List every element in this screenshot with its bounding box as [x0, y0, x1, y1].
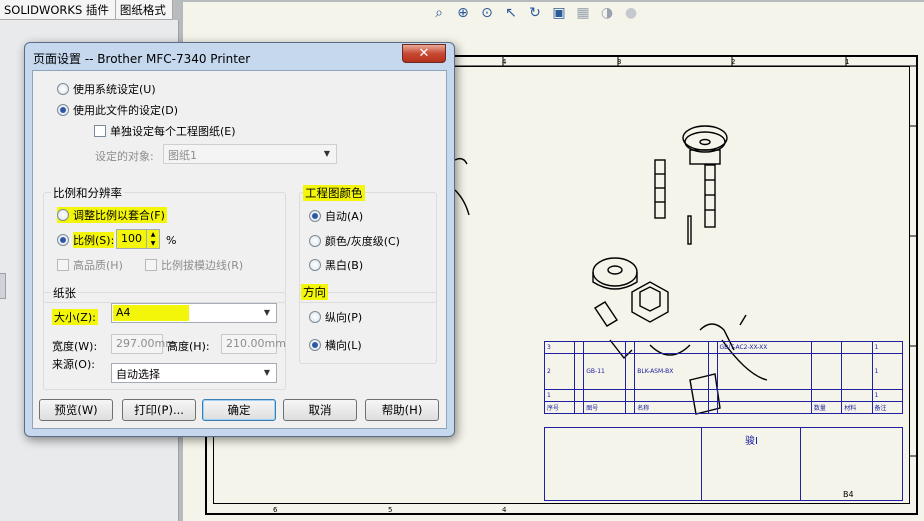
- dialog-body: 使用系统设定(U) 使用此文件的设定(D) 单独设定每个工程图纸(E) 设定的对…: [32, 70, 447, 429]
- paper-size-value: A4: [116, 306, 131, 319]
- tb-cell: GB-11: [583, 353, 627, 390]
- page-setup-dialog: 页面设置 -- Brother MFC-7340 Printer ✕ 使用系统设…: [24, 42, 455, 437]
- tb-cell: 备注: [871, 401, 904, 414]
- close-button[interactable]: ✕: [402, 44, 446, 63]
- help-button[interactable]: 帮助(H): [365, 399, 439, 421]
- paper-width-label: 宽度(W):: [52, 340, 98, 353]
- paper-height-field: 210.00mm: [221, 334, 286, 354]
- checkbox-icon: [145, 259, 157, 271]
- target-select[interactable]: 图纸1 ▼: [163, 144, 337, 164]
- target-label: 设定的对象:: [95, 150, 154, 163]
- radio-icon: [57, 83, 69, 95]
- dialog-title: 页面设置 -- Brother MFC-7340 Printer: [33, 52, 251, 66]
- radio-label: 颜色/灰度级(C): [325, 235, 400, 248]
- chevron-down-icon: ▼: [263, 308, 271, 317]
- radio-icon: [57, 209, 69, 221]
- paper-source-label: 来源(O):: [52, 358, 95, 371]
- radio-icon: [309, 311, 321, 323]
- paper-width-field: 297.00mm: [111, 334, 176, 354]
- radio-icon: [57, 234, 69, 246]
- tb-cell: 序号: [543, 401, 576, 414]
- title-block: 3 GB/T-AC2-XX-XX 1 2 GB-11 BLK-ASM-BX 1 11 序号…: [543, 341, 904, 501]
- paper-group-title: 纸张: [51, 285, 78, 301]
- cancel-button[interactable]: 取消: [283, 399, 357, 421]
- chevron-down-icon: ▼: [263, 368, 271, 377]
- tb-cell: 3: [543, 341, 576, 354]
- preview-button[interactable]: 预览(W): [39, 399, 113, 421]
- color-grayscale-radio[interactable]: 颜色/灰度级(C): [309, 233, 400, 249]
- radio-icon: [57, 104, 69, 116]
- print-button[interactable]: 打印(P)...: [122, 399, 196, 421]
- company-mark: 骏I: [745, 436, 758, 447]
- radio-icon: [309, 339, 321, 351]
- radio-label: 比例(S):: [73, 232, 115, 248]
- landscape-radio[interactable]: 横向(L): [309, 337, 362, 353]
- scale-group-title: 比例和分辨率: [51, 185, 124, 201]
- chevron-down-icon: ▼: [323, 149, 331, 158]
- scale-value: 100: [121, 232, 142, 245]
- paper-source-value: 自动选择: [116, 368, 160, 381]
- tb-cell: 1: [871, 353, 904, 390]
- tb-cell: 2: [543, 353, 576, 390]
- high-quality-checkbox[interactable]: 高品质(H): [57, 257, 123, 273]
- tb-cell: 数量: [810, 401, 843, 414]
- radio-label: 使用此文件的设定(D): [73, 104, 179, 117]
- per-sheet-checkbox[interactable]: 单独设定每个工程图纸(E): [94, 123, 236, 139]
- scale-radio[interactable]: 比例(S):: [57, 232, 115, 248]
- scale-line-weights-checkbox[interactable]: 比例拔模边线(R): [145, 257, 243, 273]
- orientation-group: [299, 292, 437, 364]
- checkbox-label: 高品质(H): [73, 259, 123, 272]
- tb-cell: 1: [871, 389, 904, 402]
- tb-cell: 1: [871, 341, 904, 354]
- drawing-color-group-title: 工程图颜色: [303, 185, 365, 201]
- ok-button[interactable]: 确定: [202, 399, 276, 421]
- dialog-titlebar[interactable]: 页面设置 -- Brother MFC-7340 Printer ✕: [25, 43, 454, 69]
- checkbox-label: 单独设定每个工程图纸(E): [110, 125, 236, 138]
- tb-cell: GB/T-AC2-XX-XX: [716, 341, 812, 354]
- paper-height-label: 高度(H):: [167, 340, 210, 353]
- checkbox-icon: [57, 259, 69, 271]
- percent-label: %: [166, 234, 177, 247]
- radio-icon: [309, 259, 321, 271]
- radio-label: 横向(L): [325, 339, 362, 352]
- portrait-radio[interactable]: 纵向(P): [309, 309, 362, 325]
- chevron-down-icon[interactable]: ▼: [147, 239, 159, 248]
- checkbox-icon: [94, 125, 106, 137]
- radio-label: 黑白(B): [325, 259, 364, 272]
- checkbox-label: 比例拔模边线(R): [161, 259, 244, 272]
- tb-cell: BLK-ASM-BX: [634, 353, 709, 390]
- paper-size-select[interactable]: A4 ▼: [111, 303, 277, 323]
- tb-cell: 图号: [583, 401, 627, 414]
- radio-label: 调整比例以套合(F): [73, 209, 165, 222]
- scale-stepper[interactable]: ▲ ▼: [146, 230, 159, 248]
- use-system-settings-radio[interactable]: 使用系统设定(U): [57, 81, 156, 97]
- tb-cell: 名称: [634, 401, 709, 414]
- radio-label: 使用系统设定(U): [73, 83, 156, 96]
- color-bw-radio[interactable]: 黑白(B): [309, 257, 363, 273]
- color-auto-radio[interactable]: 自动(A): [309, 208, 363, 224]
- radio-label: 纵向(P): [325, 311, 363, 324]
- chevron-up-icon[interactable]: ▲: [147, 230, 159, 239]
- tb-cell: 材料: [841, 401, 873, 414]
- paper-source-select[interactable]: 自动选择 ▼: [111, 363, 277, 383]
- paper-size-label: 大小(Z):: [52, 309, 98, 325]
- use-document-settings-radio[interactable]: 使用此文件的设定(D): [57, 102, 178, 118]
- sheet-size-label: B4: [843, 490, 854, 499]
- fit-to-page-radio[interactable]: 调整比例以套合(F): [57, 207, 167, 223]
- tb-cell: 1: [543, 389, 576, 402]
- radio-label: 自动(A): [325, 210, 364, 223]
- target-select-value: 图纸1: [168, 149, 197, 162]
- orientation-group-title: 方向: [301, 284, 328, 300]
- radio-icon: [309, 210, 321, 222]
- radio-icon: [309, 235, 321, 247]
